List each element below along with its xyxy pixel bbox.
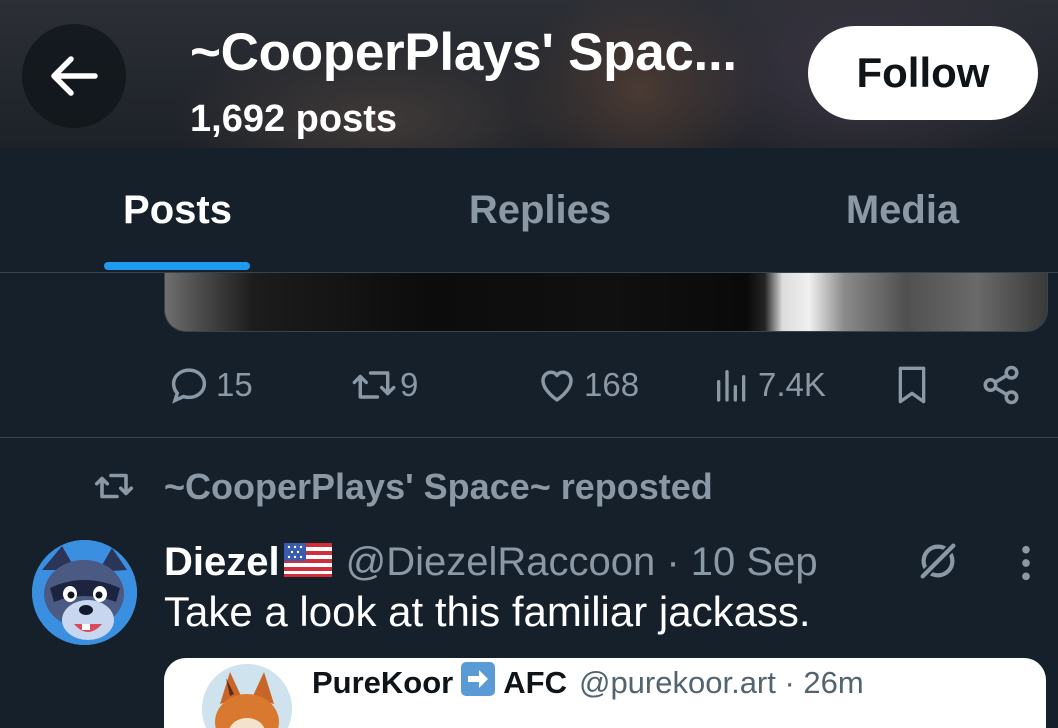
like-button[interactable]: 168 xyxy=(536,362,639,408)
like-count: 168 xyxy=(584,366,640,403)
quoted-handle-time[interactable]: @purekoor.art · 26m xyxy=(579,665,864,701)
tweet-author-row: Diezel @DiezelRaccoon · 10 Sep xyxy=(164,536,818,588)
quoted-avatar[interactable] xyxy=(202,664,292,728)
reply-count: 15 xyxy=(216,366,253,403)
repost-label: ~CooperPlays' Space~ reposted xyxy=(164,466,713,507)
back-button[interactable] xyxy=(22,24,126,128)
bookmark-icon xyxy=(898,366,926,404)
like-icon xyxy=(541,370,573,402)
quoted-post-card[interactable]: PureKoor AFC @purekoor.art · 26m xyxy=(164,658,1046,728)
repost-icon xyxy=(94,473,134,499)
post-media-image[interactable] xyxy=(164,273,1048,332)
active-tab-indicator xyxy=(104,262,250,270)
raccoon-avatar-image xyxy=(32,540,137,645)
grok-icon[interactable] xyxy=(915,538,961,589)
right-arrow-emoji-icon xyxy=(461,662,496,704)
tweet-text: Take a look at this familiar jackass. xyxy=(164,588,811,635)
post-count: 1,692 posts xyxy=(190,98,397,140)
tab-media[interactable]: Media xyxy=(800,148,1005,272)
profile-title: ~CooperPlays' Spac... xyxy=(190,23,737,82)
avatar[interactable] xyxy=(32,540,137,645)
repost-count: 9 xyxy=(400,366,419,403)
quoted-author-tag: AFC xyxy=(503,665,567,700)
profile-header: ~CooperPlays' Spac... 1,692 posts Follow xyxy=(0,0,1058,148)
repost-icon xyxy=(352,371,396,399)
share-icon xyxy=(983,365,1019,405)
quoted-author-row: PureKoor AFC @purekoor.art · 26m xyxy=(312,662,864,704)
share-button[interactable] xyxy=(980,362,1022,408)
view-count: 7.4K xyxy=(758,366,826,403)
profile-tabs: Posts Replies Media xyxy=(0,148,1058,273)
follow-button[interactable]: Follow xyxy=(808,26,1038,120)
author-name[interactable]: Diezel xyxy=(164,540,280,585)
post-divider xyxy=(0,437,1058,438)
author-handle-time[interactable]: @DiezelRaccoon · 10 Sep xyxy=(346,540,818,585)
repost-indicator[interactable]: ~CooperPlays' Space~ reposted xyxy=(92,462,713,512)
bookmark-button[interactable] xyxy=(892,362,932,408)
views-icon xyxy=(717,370,746,402)
arrow-left-icon xyxy=(51,56,98,96)
reply-button[interactable]: 15 xyxy=(168,362,253,408)
fox-avatar-image xyxy=(202,664,292,728)
tab-replies[interactable]: Replies xyxy=(440,148,640,272)
views-button[interactable]: 7.4K xyxy=(712,362,826,408)
quoted-author-name[interactable]: PureKoor xyxy=(312,665,453,701)
more-options-icon[interactable] xyxy=(1016,543,1036,588)
tab-posts[interactable]: Posts xyxy=(90,148,265,272)
us-flag-icon xyxy=(283,542,332,582)
reply-icon xyxy=(171,368,207,404)
repost-button[interactable]: 9 xyxy=(350,362,418,408)
